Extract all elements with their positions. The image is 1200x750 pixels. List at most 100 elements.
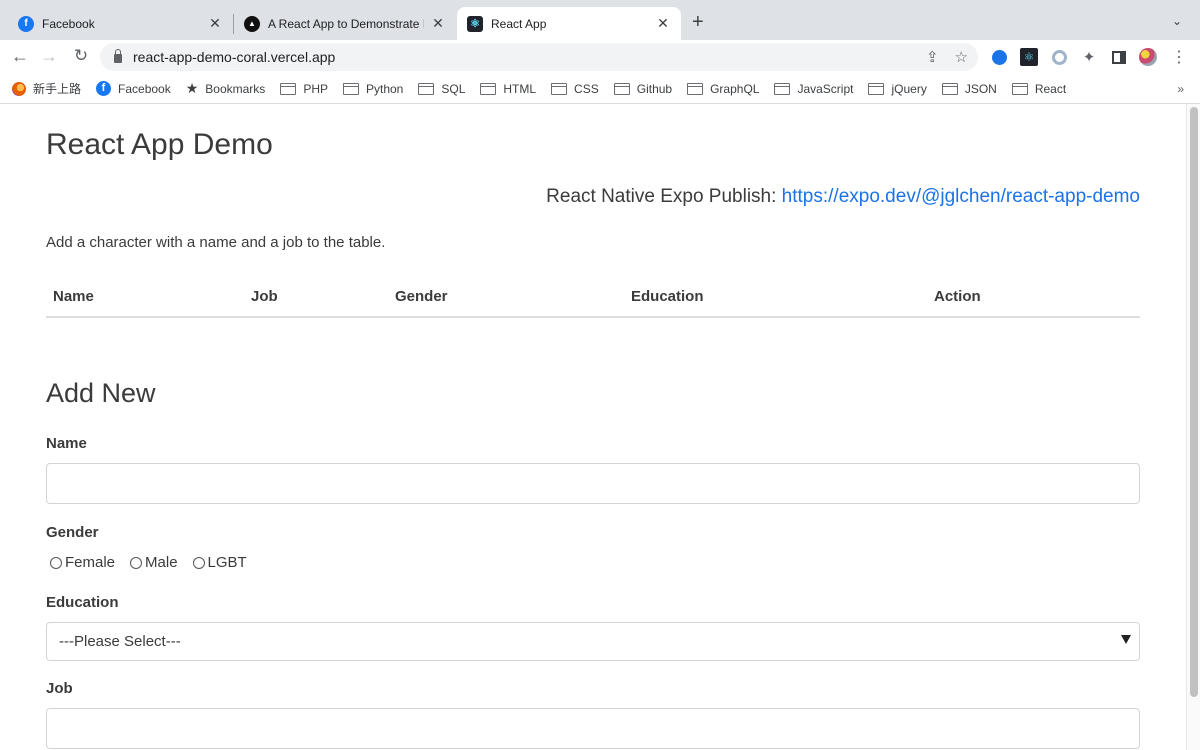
job-label: Job: [46, 680, 73, 697]
extension-ring-icon[interactable]: [1050, 48, 1068, 66]
column-header-action: Action: [934, 288, 981, 305]
bookmark-folder[interactable]: jQuery: [868, 81, 927, 96]
bookmarks-overflow-button[interactable]: »: [1177, 82, 1184, 96]
address-bar[interactable]: react-app-demo-coral.vercel.app ⇪ ☆: [100, 43, 978, 71]
folder-icon: [941, 82, 958, 95]
gender-label: Gender: [46, 524, 99, 541]
expo-link[interactable]: https://expo.dev/@jglchen/react-app-demo: [782, 186, 1140, 207]
close-tab-icon[interactable]: ✕: [207, 15, 223, 32]
characters-table: Name Job Gender Education Action: [46, 280, 1140, 318]
bookmark-label: 新手上路: [33, 82, 82, 96]
bookmark-label: Facebook: [118, 81, 171, 96]
bookmark-label: SQL: [441, 81, 466, 96]
job-input[interactable]: [46, 708, 1140, 749]
bookmark-folder[interactable]: JSON: [941, 82, 997, 96]
facebook-icon: f: [18, 15, 34, 32]
gender-radio-group: Female Male LGBT: [50, 554, 262, 571]
tab-facebook[interactable]: f Facebook ✕: [8, 7, 233, 40]
bookmark-label: Bookmarks: [205, 81, 266, 96]
bookmark-folder[interactable]: Github: [613, 81, 673, 96]
scrollbar-thumb[interactable]: [1190, 107, 1198, 697]
tab-label: Facebook: [42, 16, 95, 31]
dropdown-arrow-icon: [1121, 635, 1131, 644]
bookmark-item[interactable]: 新手上路: [12, 80, 81, 97]
column-header-education: Education: [631, 288, 704, 305]
gender-option-male[interactable]: Male: [130, 554, 178, 571]
radio-label: Male: [145, 554, 178, 571]
extension-blue-icon[interactable]: [990, 48, 1008, 66]
browser-toolbar: ← → ↻ react-app-demo-coral.vercel.app ⇪ …: [0, 40, 1200, 74]
folder-icon: [418, 82, 435, 95]
firefox-icon: [12, 81, 26, 96]
bookmarks-bar: 新手上路 f Facebook ★ Bookmarks PHP Python S…: [0, 74, 1200, 104]
close-tab-icon[interactable]: ✕: [430, 15, 446, 32]
bookmark-label: GraphQL: [710, 81, 760, 96]
bookmark-label: HTML: [503, 81, 537, 96]
bookmark-folder[interactable]: JavaScript: [774, 82, 853, 96]
radio-button[interactable]: [50, 556, 62, 569]
radio-button[interactable]: [130, 556, 143, 569]
vercel-icon: ▲: [244, 15, 260, 32]
react-icon: ⚛: [467, 15, 483, 32]
tab-react-app[interactable]: ⚛ React App ✕: [457, 7, 681, 40]
expo-label: React Native Expo Publish:: [546, 186, 777, 207]
folder-icon: [613, 82, 630, 95]
gender-option-lgbt[interactable]: LGBT: [192, 554, 247, 571]
bookmark-folder[interactable]: Python: [343, 82, 403, 96]
bookmark-folder[interactable]: CSS: [551, 82, 599, 96]
bookmark-label: jQuery: [891, 81, 927, 96]
add-new-heading: Add New: [46, 378, 156, 408]
column-header-gender: Gender: [395, 288, 448, 305]
bookmark-label: PHP: [303, 81, 328, 96]
gender-option-female[interactable]: Female: [50, 554, 115, 571]
share-icon[interactable]: ⇪: [926, 48, 939, 66]
forward-button[interactable]: →: [38, 46, 60, 66]
tab-react-demo-article[interactable]: ▲ A React App to Demonstrate In ✕: [234, 7, 456, 40]
folder-icon: [687, 82, 704, 95]
bookmark-item[interactable]: ★ Bookmarks: [186, 80, 266, 97]
close-tab-icon[interactable]: ✕: [655, 15, 671, 32]
star-icon: ★: [185, 80, 199, 96]
name-input[interactable]: [46, 463, 1140, 504]
folder-icon: [774, 82, 791, 95]
folder-icon: [480, 82, 497, 95]
folder-icon: [868, 82, 885, 95]
tab-search-icon[interactable]: ⌄: [1172, 14, 1182, 28]
radio-button[interactable]: [192, 556, 205, 569]
bookmark-label: CSS: [574, 81, 599, 96]
bookmark-label: Github: [636, 81, 673, 96]
profile-avatar[interactable]: [1139, 48, 1157, 66]
react-devtools-icon[interactable]: ⚛: [1020, 48, 1038, 66]
column-header-job: Job: [251, 288, 278, 305]
url-text[interactable]: react-app-demo-coral.vercel.app: [133, 49, 335, 65]
vertical-scrollbar[interactable]: [1186, 104, 1200, 750]
new-tab-button[interactable]: +: [692, 12, 704, 32]
folder-icon: [343, 82, 359, 95]
radio-label: Female: [65, 554, 116, 571]
bookmark-label: Python: [366, 81, 404, 96]
education-selected-value: ---Please Select---: [59, 633, 181, 650]
bookmark-folder[interactable]: React: [1011, 82, 1066, 96]
folder-icon: [1011, 82, 1028, 95]
column-header-name: Name: [53, 288, 94, 305]
menu-kebab-icon[interactable]: ⋮: [1170, 48, 1188, 66]
education-label: Education: [46, 594, 119, 611]
name-label: Name: [46, 435, 87, 452]
expo-publish-line: React Native Expo Publish: https://expo.…: [546, 186, 1140, 208]
bookmark-folder[interactable]: HTML: [480, 82, 536, 96]
bookmark-star-icon[interactable]: ☆: [955, 48, 968, 66]
page-description: Add a character with a name and a job to…: [46, 234, 386, 251]
lock-icon[interactable]: [114, 49, 122, 63]
bookmark-label: JavaScript: [797, 81, 854, 96]
tab-strip: f Facebook ✕ ▲ A React App to Demonstrat…: [0, 0, 1200, 40]
facebook-icon: f: [96, 81, 112, 96]
bookmark-folder[interactable]: GraphQL: [687, 82, 759, 96]
education-select[interactable]: ---Please Select---: [46, 622, 1140, 661]
bookmark-item[interactable]: f Facebook: [96, 81, 171, 96]
back-button[interactable]: ←: [9, 46, 31, 66]
bookmark-folder[interactable]: PHP: [280, 82, 328, 96]
bookmark-folder[interactable]: SQL: [418, 82, 465, 96]
side-panel-icon[interactable]: [1110, 48, 1128, 66]
extensions-puzzle-icon[interactable]: ✦: [1080, 48, 1098, 66]
reload-button[interactable]: ↻: [70, 46, 92, 66]
